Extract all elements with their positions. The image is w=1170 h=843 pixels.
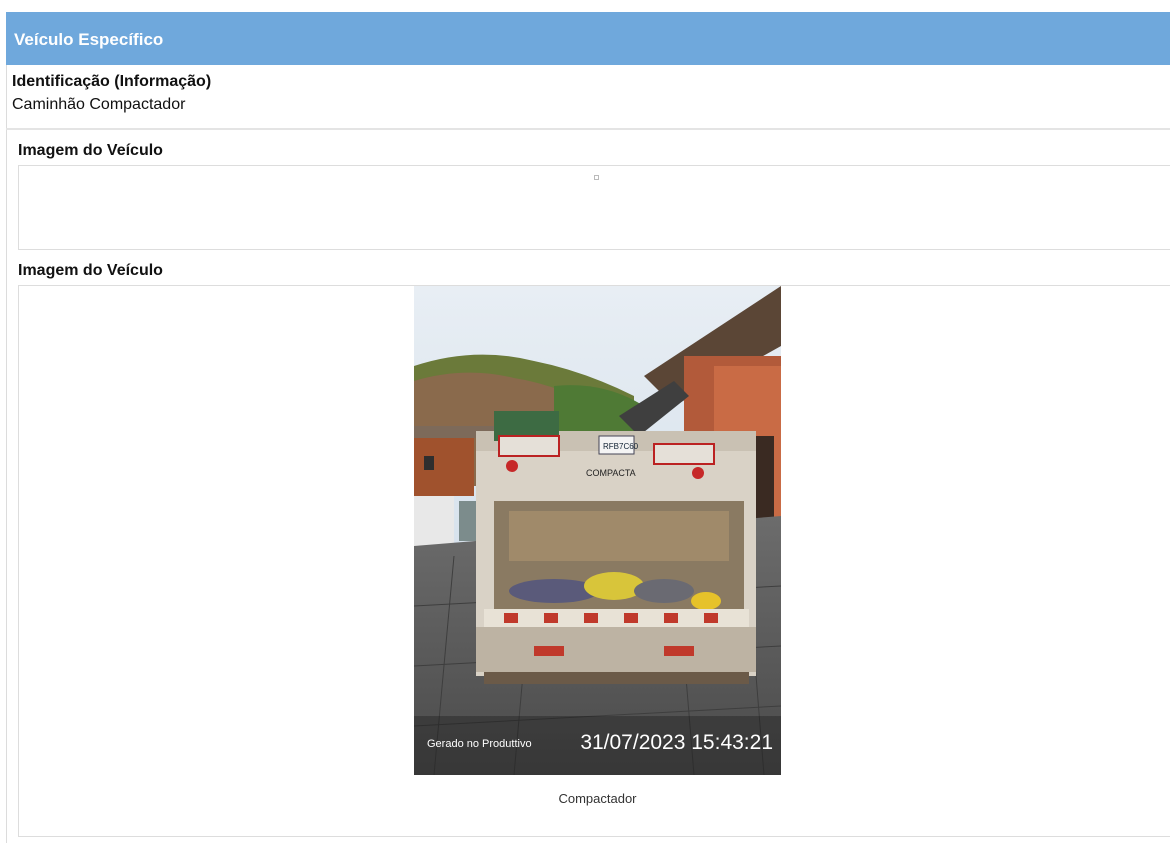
vehicle-image-label-1: Imagem do Veículo xyxy=(18,142,163,159)
garbage-truck-photo: RFB7C60 COMPACTA xyxy=(414,286,781,775)
vehicle-image-label-2: Imagem do Veículo xyxy=(18,262,163,279)
image-caption: Compactador xyxy=(558,791,637,806)
vehicle-image-box-2: RFB7C60 COMPACTA Gerado no Produttivo 31… xyxy=(18,285,1170,837)
brand-text: COMPACTA xyxy=(586,468,636,478)
broken-image-icon xyxy=(594,175,599,180)
identification-value: Caminhão Compactador xyxy=(12,96,186,113)
vehicle-image-box-1 xyxy=(18,165,1170,250)
identification-label: Identificação (Informação) xyxy=(12,73,212,90)
identification-field: Identificação (Informação) Caminhão Comp… xyxy=(12,73,211,114)
divider xyxy=(6,128,1170,130)
photo-stamp-text: Gerado no Produttivo xyxy=(427,738,532,750)
vehicle-photo[interactable]: RFB7C60 COMPACTA Gerado no Produttivo 31… xyxy=(414,286,781,775)
page: Veículo Específico Identificação (Inform… xyxy=(0,0,1170,843)
section-title: Veículo Específico xyxy=(14,30,164,49)
left-border xyxy=(6,12,7,843)
plate-text: RFB7C60 xyxy=(603,442,639,451)
section-header: Veículo Específico xyxy=(6,12,1170,65)
photo-stamp-datetime: 31/07/2023 15:43:21 xyxy=(580,731,773,754)
